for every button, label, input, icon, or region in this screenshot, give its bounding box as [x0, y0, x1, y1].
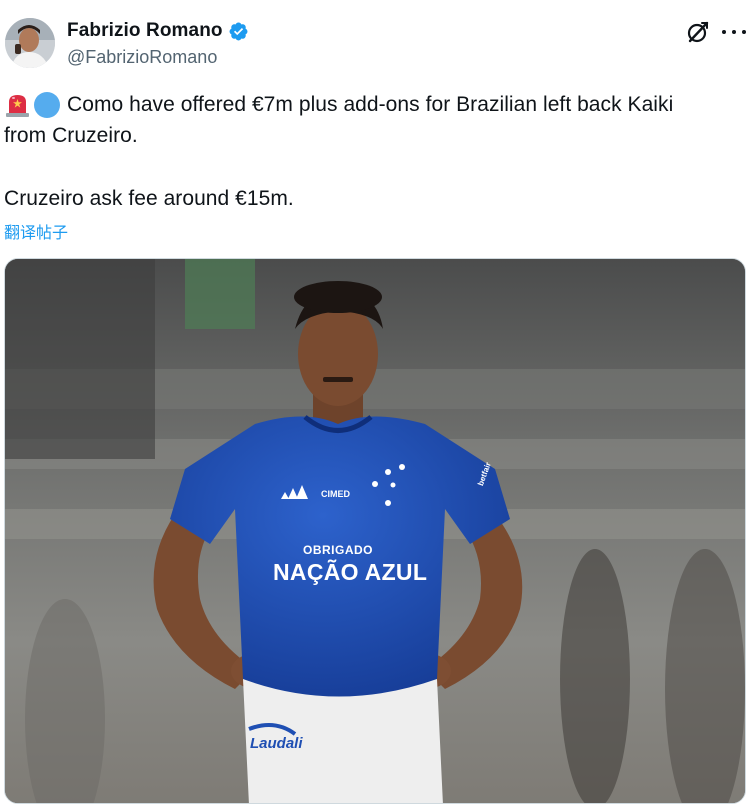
verified-badge-icon — [228, 21, 249, 42]
author-avatar[interactable] — [5, 18, 55, 68]
translate-post-link[interactable]: 翻译帖子 — [4, 219, 68, 243]
police-light-icon — [4, 93, 31, 117]
shirt-sponsor-cimed: CIMED — [321, 489, 350, 499]
blue-circle-icon — [34, 92, 60, 118]
author-display-name[interactable]: Fabrizio Romano — [67, 20, 223, 42]
grok-icon[interactable] — [686, 20, 710, 44]
shirt-text-obrigado: OBRIGADO — [303, 543, 373, 557]
tweet-text-line-1: Como have offered €7m plus add-ons for B… — [4, 92, 673, 118]
more-options-icon[interactable] — [722, 22, 746, 42]
tweet-text-line-2: from Cruzeiro. — [4, 124, 138, 147]
author-handle[interactable]: @FabrizioRomano — [67, 47, 217, 68]
tweet-photo[interactable]: CIMED OBRIGADO NAÇÃO AZUL Laudali betfai… — [4, 258, 746, 804]
tweet-card: Fabrizio Romano @FabrizioRomano Como hav… — [0, 0, 750, 810]
tweet-text-1: Como have offered €7m plus add-ons for B… — [67, 93, 674, 116]
shirt-text-nacao-azul: NAÇÃO AZUL — [273, 559, 428, 585]
shorts-sponsor: Laudali — [250, 735, 303, 752]
tweet-text-line-3: Cruzeiro ask fee around €15m. — [4, 187, 294, 210]
